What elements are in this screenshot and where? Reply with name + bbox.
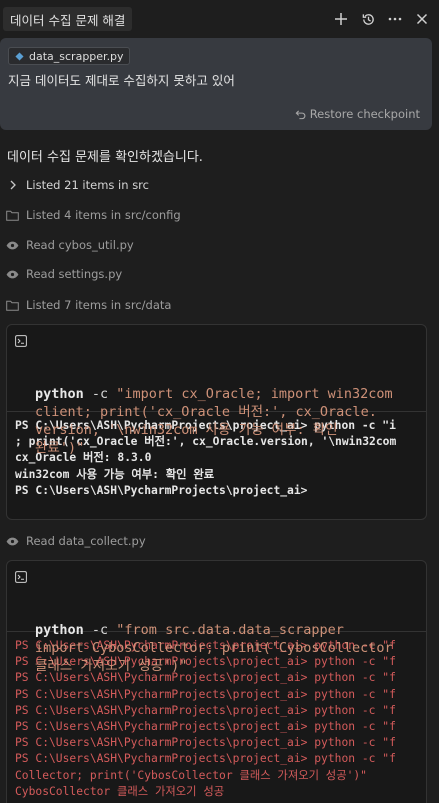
file-chip-label: data_scrapper.py bbox=[29, 49, 124, 63]
step-label: Listed 7 items in src/data bbox=[26, 298, 172, 312]
restore-icon bbox=[295, 109, 306, 119]
step-label: Read cybos_util.py bbox=[26, 238, 134, 252]
header-actions bbox=[332, 10, 431, 28]
prompt-text: 지금 데이터도 제대로 수집하지 못하고 있어 bbox=[8, 73, 235, 88]
eye-icon bbox=[6, 535, 19, 548]
user-prompt-card[interactable]: data_scrapper.py 지금 데이터도 제대로 수집하지 못하고 있어… bbox=[0, 38, 432, 130]
step-label: Read data_collect.py bbox=[26, 534, 146, 548]
chat-header: 데이터 수집 문제 해결 bbox=[0, 0, 439, 38]
terminal-icon bbox=[15, 571, 27, 583]
terminal-block-1[interactable]: python -c "import cx_Oracle; import win3… bbox=[6, 324, 427, 520]
output-line: Collector; print('CybosCollector 클래스 가져오… bbox=[15, 768, 367, 782]
restore-checkpoint-button[interactable]: Restore checkpoint bbox=[295, 107, 420, 121]
assistant-message: 데이터 수집 문제를 확인하겠습니다. bbox=[7, 150, 203, 165]
plus-icon[interactable] bbox=[332, 10, 350, 28]
command-line: import CybosCollector; print('CybosColle… bbox=[35, 640, 393, 656]
step-listed-config[interactable]: Listed 4 items in src/config bbox=[6, 206, 181, 224]
restore-label: Restore checkpoint bbox=[309, 107, 420, 121]
terminal-icon bbox=[15, 335, 27, 347]
command-line: client; print('cx_Oracle 버전:', cx_Oracle… bbox=[35, 404, 377, 420]
eye-icon bbox=[6, 239, 19, 252]
step-label: Read settings.py bbox=[26, 267, 123, 281]
chat-title[interactable]: 데이터 수집 문제 해결 bbox=[3, 7, 133, 31]
step-read-data-collect[interactable]: Read data_collect.py bbox=[6, 532, 146, 550]
command-line: python -c "from src.data.data_scrapper bbox=[35, 622, 344, 638]
chat-panel: 데이터 수집 문제 해결 data_scrapper.py 지금 데이터도 제대… bbox=[0, 0, 439, 803]
terminal-command: python -c "from src.data.data_scrapperim… bbox=[7, 561, 426, 674]
more-icon[interactable] bbox=[386, 10, 404, 28]
history-icon[interactable] bbox=[359, 10, 377, 28]
chevron-right-icon bbox=[6, 179, 19, 192]
folder-icon bbox=[6, 209, 19, 222]
output-line: PS C:\Users\ASH\PycharmProjects\project_… bbox=[15, 752, 396, 766]
output-line: PS C:\Users\ASH\PycharmProjects\project_… bbox=[15, 736, 396, 750]
folder-icon bbox=[6, 299, 19, 312]
step-read-settings[interactable]: Read settings.py bbox=[6, 265, 122, 283]
output-line: CybosCollector 클래스 가져오기 성공 bbox=[15, 784, 225, 798]
step-label: Listed 21 items in src bbox=[26, 178, 149, 192]
python-file-icon bbox=[14, 51, 24, 61]
step-listed-data[interactable]: Listed 7 items in src/data bbox=[6, 296, 171, 314]
step-listed-src[interactable]: Listed 21 items in src bbox=[6, 176, 149, 194]
terminal-block-2[interactable]: python -c "from src.data.data_scrapperim… bbox=[6, 560, 427, 803]
close-icon[interactable] bbox=[413, 10, 431, 28]
step-label: Listed 4 items in src/config bbox=[26, 208, 181, 222]
output-line: PS C:\Users\ASH\PycharmProjects\project_… bbox=[15, 720, 396, 734]
command-line: 완료')" bbox=[35, 440, 85, 456]
eye-icon bbox=[6, 268, 19, 281]
command-line: 클래스 가져오기 성공')" bbox=[35, 658, 188, 674]
terminal-command: python -c "import cx_Oracle; import win3… bbox=[7, 325, 426, 456]
command-line: python -c "import cx_Oracle; import win3… bbox=[35, 386, 393, 402]
command-line: version, '\nwin32com 사용 가능 여부: 확인 bbox=[35, 422, 338, 438]
step-read-cybos-util[interactable]: Read cybos_util.py bbox=[6, 236, 134, 254]
file-chip[interactable]: data_scrapper.py bbox=[8, 47, 130, 65]
